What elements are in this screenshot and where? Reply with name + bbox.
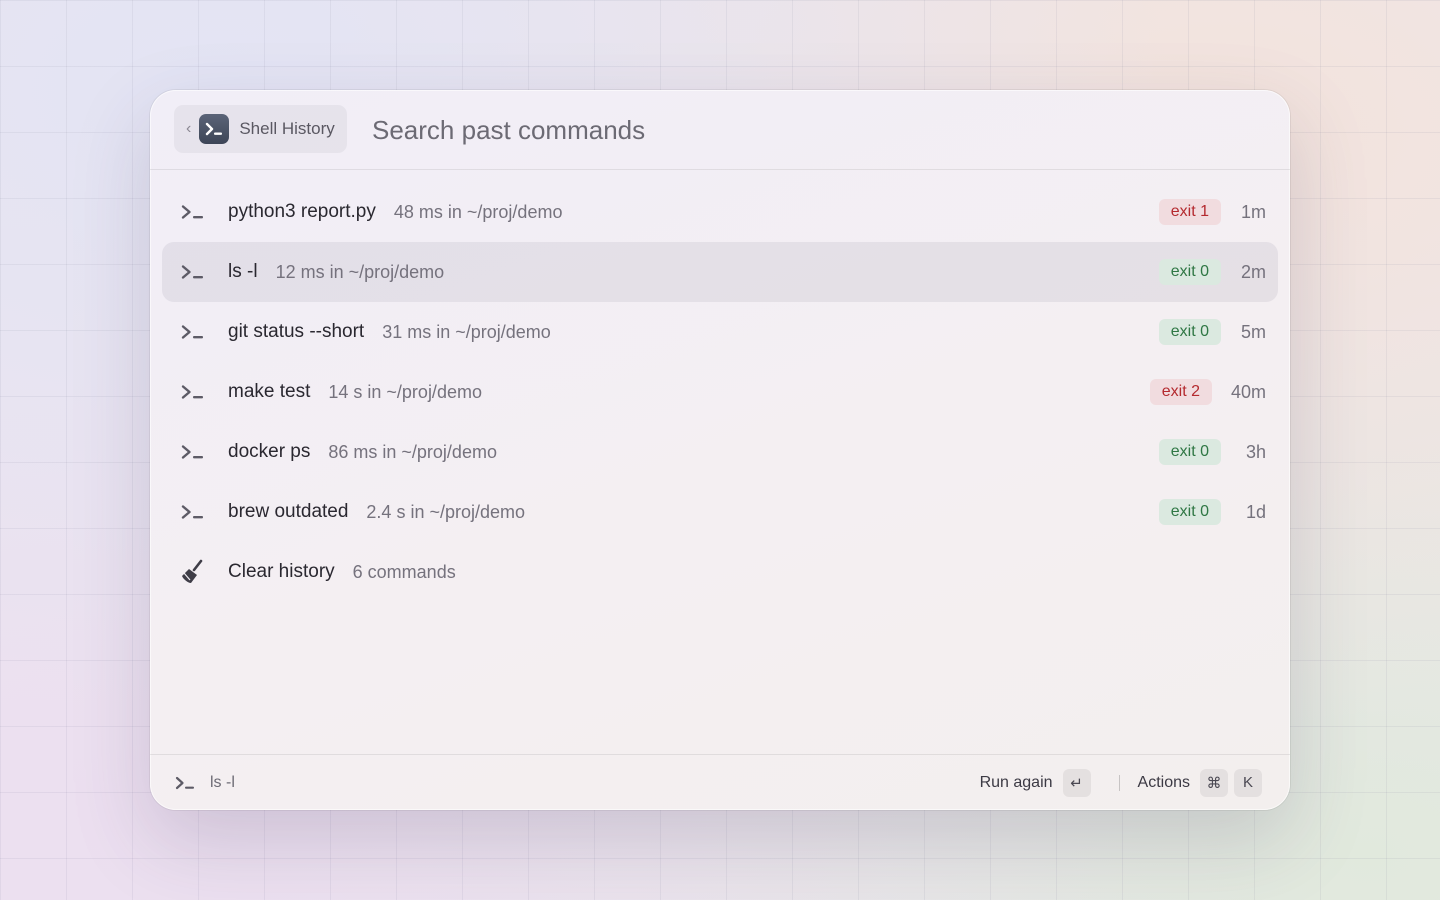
- footer-actions: Run again ↵ Actions ⌘ K: [980, 768, 1262, 797]
- age-label: 3h: [1245, 441, 1266, 462]
- command-subtitle: 86 ms in ~/proj/demo: [328, 441, 497, 462]
- row-accessories: exit 0 3h: [1158, 439, 1266, 465]
- footer-divider: [1118, 774, 1120, 791]
- age-label: 1m: [1240, 201, 1266, 222]
- search-header: ‹ Shell History: [150, 90, 1290, 170]
- clear-history-title: Clear history: [228, 561, 335, 582]
- k-key-icon: K: [1234, 768, 1262, 797]
- selected-command-label: ls -l: [210, 773, 235, 791]
- command-title: git status --short: [228, 321, 365, 342]
- command-subtitle: 14 s in ~/proj/demo: [328, 381, 482, 402]
- chevron-left-icon[interactable]: ‹: [186, 121, 191, 137]
- terminal-icon: [178, 497, 208, 527]
- exit-status-badge: exit 2: [1149, 379, 1212, 405]
- command-title: ls -l: [228, 261, 258, 282]
- command-title: docker ps: [228, 441, 311, 462]
- action-bar: ls -l Run again ↵ Actions ⌘ K: [150, 754, 1290, 810]
- command-subtitle: 31 ms in ~/proj/demo: [382, 321, 551, 342]
- list-item[interactable]: make test 14 s in ~/proj/demo exit 2 40m: [162, 362, 1278, 422]
- row-accessories: exit 0 5m: [1158, 319, 1266, 345]
- age-label: 1d: [1245, 501, 1266, 522]
- list-item[interactable]: git status --short 31 ms in ~/proj/demo ex…: [162, 302, 1278, 362]
- exit-status-badge: exit 0: [1158, 319, 1221, 345]
- extension-name: Shell History: [239, 119, 335, 138]
- run-again-button[interactable]: Run again: [980, 774, 1053, 792]
- command-subtitle: 2.4 s in ~/proj/demo: [366, 501, 526, 522]
- terminal-icon: [174, 771, 198, 795]
- command-subtitle: 48 ms in ~/proj/demo: [393, 201, 563, 222]
- age-label: 5m: [1240, 321, 1266, 342]
- extension-back-button[interactable]: ‹ Shell History: [174, 105, 347, 153]
- actions-button[interactable]: Actions: [1138, 774, 1190, 792]
- command-subtitle: 12 ms in ~/proj/demo: [275, 261, 445, 282]
- row-accessories: exit 1 1m: [1158, 199, 1266, 225]
- command-title: brew outdated: [228, 501, 349, 522]
- clear-history-item[interactable]: Clear history 6 commands: [162, 542, 1278, 602]
- list-item[interactable]: python3 report.py 48 ms in ~/proj/demo exi…: [162, 182, 1278, 242]
- terminal-icon: [178, 437, 208, 467]
- clear-history-subtitle: 6 commands: [352, 561, 456, 582]
- list-item[interactable]: brew outdated 2.4 s in ~/proj/demo exit 0 1…: [162, 482, 1278, 542]
- list-item[interactable]: docker ps 86 ms in ~/proj/demo exit 0 3h: [162, 422, 1278, 482]
- list-item[interactable]: ls -l 12 ms in ~/proj/demo exit 0 2m: [162, 242, 1278, 302]
- terminal-icon: [178, 377, 208, 407]
- exit-status-badge: exit 0: [1158, 499, 1221, 525]
- terminal-icon: [178, 257, 208, 287]
- command-title: make test: [228, 381, 311, 402]
- command-key-icon: ⌘: [1200, 768, 1228, 797]
- exit-status-badge: exit 1: [1158, 199, 1221, 225]
- broom-icon: [178, 557, 208, 587]
- command-list: python3 report.py 48 ms in ~/proj/demo exi…: [162, 182, 1278, 602]
- command-title: python3 report.py: [228, 201, 376, 222]
- terminal-icon: [178, 317, 208, 347]
- row-accessories: exit 0 1d: [1158, 499, 1266, 525]
- age-label: 40m: [1230, 381, 1266, 402]
- exit-status-badge: exit 0: [1158, 439, 1221, 465]
- row-accessories: exit 2 40m: [1149, 379, 1266, 405]
- search-input[interactable]: [372, 108, 1252, 152]
- return-key-icon: ↵: [1062, 768, 1091, 797]
- row-accessories: exit 0 2m: [1158, 259, 1266, 285]
- terminal-icon: [199, 114, 230, 144]
- terminal-icon: [178, 197, 208, 227]
- age-label: 2m: [1240, 261, 1266, 282]
- command-palette-window: ‹ Shell History python3 report.py 48 ms i…: [150, 90, 1290, 810]
- exit-status-badge: exit 0: [1158, 259, 1221, 285]
